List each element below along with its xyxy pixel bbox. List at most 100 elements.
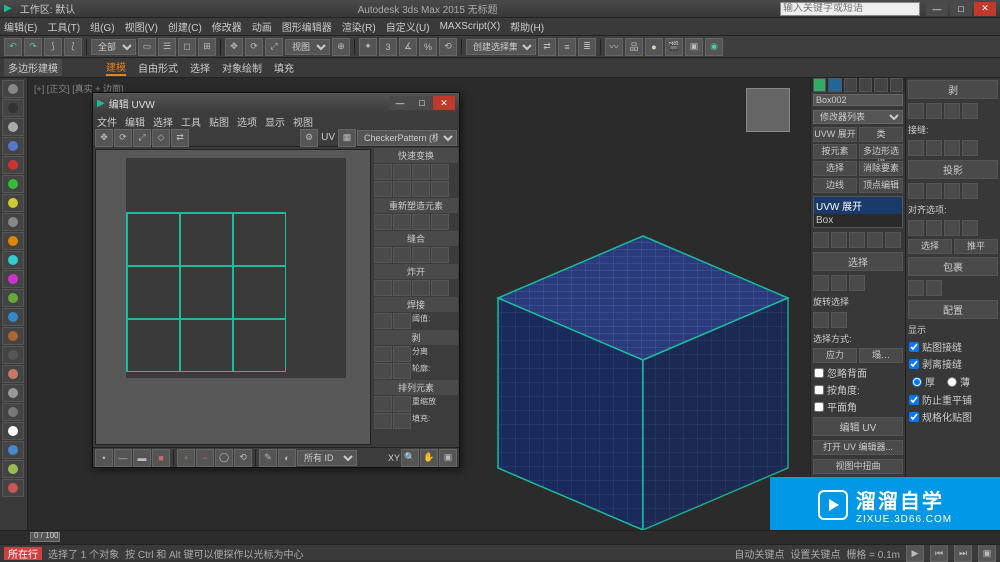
ltool-22[interactable] bbox=[2, 479, 24, 497]
curve-editor-icon[interactable]: 〰 bbox=[605, 38, 623, 56]
ribbon-tab[interactable]: 多边形建模 bbox=[4, 59, 62, 76]
ar-4[interactable] bbox=[393, 413, 411, 429]
mirror-icon[interactable]: ⇄ bbox=[538, 38, 556, 56]
ltool-18[interactable] bbox=[2, 403, 24, 421]
ribbon-select[interactable]: 选择 bbox=[190, 60, 210, 75]
uvw-close[interactable]: ✕ bbox=[433, 96, 455, 110]
uvw-menu-map[interactable]: 贴图 bbox=[209, 114, 229, 129]
render-setup-icon[interactable]: 🎬 bbox=[665, 38, 683, 56]
select-name-icon[interactable]: ☰ bbox=[158, 38, 176, 56]
material-icon[interactable]: ● bbox=[645, 38, 663, 56]
wd-2[interactable] bbox=[393, 313, 411, 329]
mb-2-0[interactable]: 选择 bbox=[813, 161, 857, 176]
ribbon-populate[interactable]: 填充 bbox=[274, 60, 294, 75]
qt-4[interactable] bbox=[431, 164, 449, 180]
help-search[interactable] bbox=[780, 2, 920, 16]
stack-remove-icon[interactable] bbox=[867, 232, 883, 248]
stack-config-icon[interactable] bbox=[885, 232, 901, 248]
object-name-input[interactable] bbox=[813, 94, 903, 106]
uvb-ring-icon[interactable]: ◯ bbox=[215, 449, 233, 467]
window-crossing-icon[interactable]: ⊞ bbox=[198, 38, 216, 56]
rect-select-icon[interactable]: ◻ bbox=[178, 38, 196, 56]
uvb-id-select[interactable]: 所有 ID bbox=[297, 450, 357, 466]
by-angle-chk[interactable] bbox=[814, 385, 824, 395]
config-rollout[interactable]: 配置 bbox=[908, 300, 998, 319]
pl-1[interactable] bbox=[374, 346, 392, 362]
setkey-btn[interactable]: 设置关键点 bbox=[790, 546, 840, 561]
uvw-menu-options[interactable]: 选项 bbox=[237, 114, 257, 129]
seam-2[interactable] bbox=[926, 140, 942, 156]
align-x[interactable] bbox=[908, 220, 924, 236]
uvw-menu-file[interactable]: 文件 bbox=[97, 114, 117, 129]
ltool-5[interactable] bbox=[2, 156, 24, 174]
rs-3[interactable] bbox=[412, 214, 430, 230]
link-icon[interactable]: ⟆ bbox=[44, 38, 62, 56]
ar-3[interactable] bbox=[374, 413, 392, 429]
menu-group[interactable]: 组(G) bbox=[90, 19, 114, 34]
mb-0-0[interactable]: UVW 展开 bbox=[813, 127, 857, 142]
pl-3[interactable] bbox=[374, 363, 392, 379]
uvb-plus-icon[interactable]: + bbox=[177, 449, 195, 467]
proj-rollout[interactable]: 投影 bbox=[908, 160, 998, 179]
rs-4[interactable] bbox=[431, 214, 449, 230]
stack-uvw[interactable]: UVW 展开 bbox=[814, 197, 902, 214]
st-2[interactable] bbox=[393, 247, 411, 263]
stack-unique-icon[interactable] bbox=[849, 232, 865, 248]
sel-rollout[interactable]: 选择 bbox=[813, 252, 903, 271]
undo-icon[interactable]: ↶ bbox=[4, 38, 22, 56]
uvb-minus-icon[interactable]: − bbox=[196, 449, 214, 467]
wrap-1[interactable] bbox=[908, 280, 924, 296]
render-icon[interactable]: ◉ bbox=[705, 38, 723, 56]
manip-icon[interactable]: ✦ bbox=[359, 38, 377, 56]
status-mode-btn[interactable]: 所在行 bbox=[4, 547, 42, 560]
qt-2[interactable] bbox=[393, 164, 411, 180]
seam-4[interactable] bbox=[962, 140, 978, 156]
ltool-21[interactable] bbox=[2, 460, 24, 478]
st-1[interactable] bbox=[374, 247, 392, 263]
uvw-explode-hdr[interactable]: 炸开 bbox=[374, 264, 458, 279]
unlink-icon[interactable]: ⟅ bbox=[64, 38, 82, 56]
scene-cube[interactable] bbox=[488, 228, 798, 538]
uvb-fit-icon[interactable]: ▣ bbox=[439, 449, 457, 467]
timeline[interactable]: 0 / 100 bbox=[0, 531, 1000, 545]
uvw-peel-hdr[interactable]: 剥 bbox=[374, 330, 458, 345]
align-z[interactable] bbox=[944, 220, 960, 236]
uvw-titlebar[interactable]: ▶ 编辑 UVW — □ ✕ bbox=[93, 93, 459, 113]
tab-create-icon[interactable] bbox=[813, 78, 826, 92]
wrap-rollout[interactable]: 包裹 bbox=[908, 257, 998, 276]
spinner-snap-icon[interactable]: ⟲ bbox=[439, 38, 457, 56]
uvb-soft-icon[interactable]: ◐ bbox=[278, 449, 296, 467]
ltool-8[interactable] bbox=[2, 213, 24, 231]
render-frame-icon[interactable]: ▣ bbox=[685, 38, 703, 56]
planar-btn[interactable]: 塌… bbox=[859, 348, 903, 363]
modifier-stack[interactable]: UVW 展开 Box bbox=[813, 196, 903, 228]
peel-1[interactable] bbox=[908, 103, 924, 119]
stack-pin-icon[interactable] bbox=[813, 232, 829, 248]
menu-view[interactable]: 视图(V) bbox=[125, 19, 158, 34]
ltool-15[interactable] bbox=[2, 346, 24, 364]
chk-normalize[interactable] bbox=[909, 412, 919, 422]
peel-rollout[interactable]: 剥 bbox=[908, 80, 998, 99]
uvw-mirror-icon[interactable]: ⇄ bbox=[171, 129, 189, 147]
menu-help[interactable]: 帮助(H) bbox=[510, 19, 544, 34]
uvw-opt-icon[interactable]: ⚙ bbox=[300, 129, 318, 147]
mb-1-0[interactable]: 按元素 bbox=[813, 144, 857, 159]
percent-snap-icon[interactable]: % bbox=[419, 38, 437, 56]
uvb-loop-icon[interactable]: ⟲ bbox=[234, 449, 252, 467]
proj-flat-btn[interactable]: 推平 bbox=[954, 239, 998, 254]
ex-1[interactable] bbox=[374, 280, 392, 296]
maximize-button[interactable]: □ bbox=[950, 2, 972, 16]
mb-3-1[interactable]: 顶点编辑 bbox=[859, 178, 903, 193]
select-icon[interactable]: ▭ bbox=[138, 38, 156, 56]
uvw-unwrap-grid[interactable] bbox=[126, 212, 286, 372]
open-editor-btn[interactable]: 打开 UV 编辑器... bbox=[813, 440, 903, 455]
menu-animation[interactable]: 动画 bbox=[252, 19, 272, 34]
ltool-16[interactable] bbox=[2, 365, 24, 383]
menu-create[interactable]: 创建(C) bbox=[168, 19, 202, 34]
align-fit[interactable] bbox=[962, 220, 978, 236]
uvw-arrange-hdr[interactable]: 排列元素 bbox=[374, 380, 458, 395]
radio-thick[interactable] bbox=[912, 377, 922, 387]
filter-select[interactable]: 全部 bbox=[91, 39, 136, 55]
uvb-pan-icon[interactable]: ✋ bbox=[420, 449, 438, 467]
ltool-12[interactable] bbox=[2, 289, 24, 307]
